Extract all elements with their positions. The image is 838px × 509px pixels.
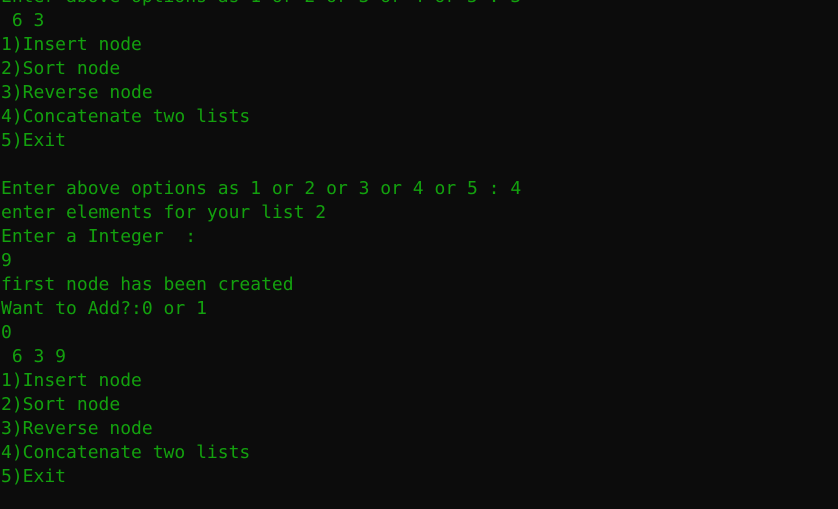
console-line-menu-insert: 1)Insert node (1, 370, 142, 391)
console-line-list-prompt: enter elements for your list 2 (1, 202, 327, 223)
console-line-menu-sort: 2)Sort node (1, 394, 121, 415)
console-line-menu-concatenate: 4)Concatenate two lists (1, 442, 251, 463)
console-line-menu-reverse: 3)Reverse node (1, 82, 153, 103)
console-line-menu-exit: 5)Exit (1, 130, 67, 151)
console-line-menu-insert: 1)Insert node (1, 34, 142, 55)
console-line-list-output: 6 3 (1, 10, 45, 31)
console-line-user-input: 9 (1, 250, 12, 271)
console-line-list-output: 6 3 9 (1, 346, 67, 367)
console-output: Enter above options as 1 or 2 or 3 or 4 … (1, 0, 521, 489)
console-line-option-prompt: Enter above options as 1 or 2 or 3 or 4 … (1, 178, 522, 199)
console-line-menu-concatenate: 4)Concatenate two lists (1, 106, 251, 127)
console-line-status: first node has been created (1, 274, 294, 295)
console-line-menu-reverse: 3)Reverse node (1, 418, 153, 439)
console-line-user-input: 0 (1, 322, 12, 343)
console-window[interactable]: Enter above options as 1 or 2 or 3 or 4 … (0, 0, 838, 509)
console-line-menu-exit: 5)Exit (1, 466, 67, 487)
console-line-menu-sort: 2)Sort node (1, 58, 121, 79)
console-line-add-prompt: Want to Add?:0 or 1 (1, 298, 207, 319)
console-line-integer-prompt: Enter a Integer : (1, 226, 197, 247)
console-line-option-prompt: Enter above options as 1 or 2 or 3 or 4 … (1, 0, 521, 9)
